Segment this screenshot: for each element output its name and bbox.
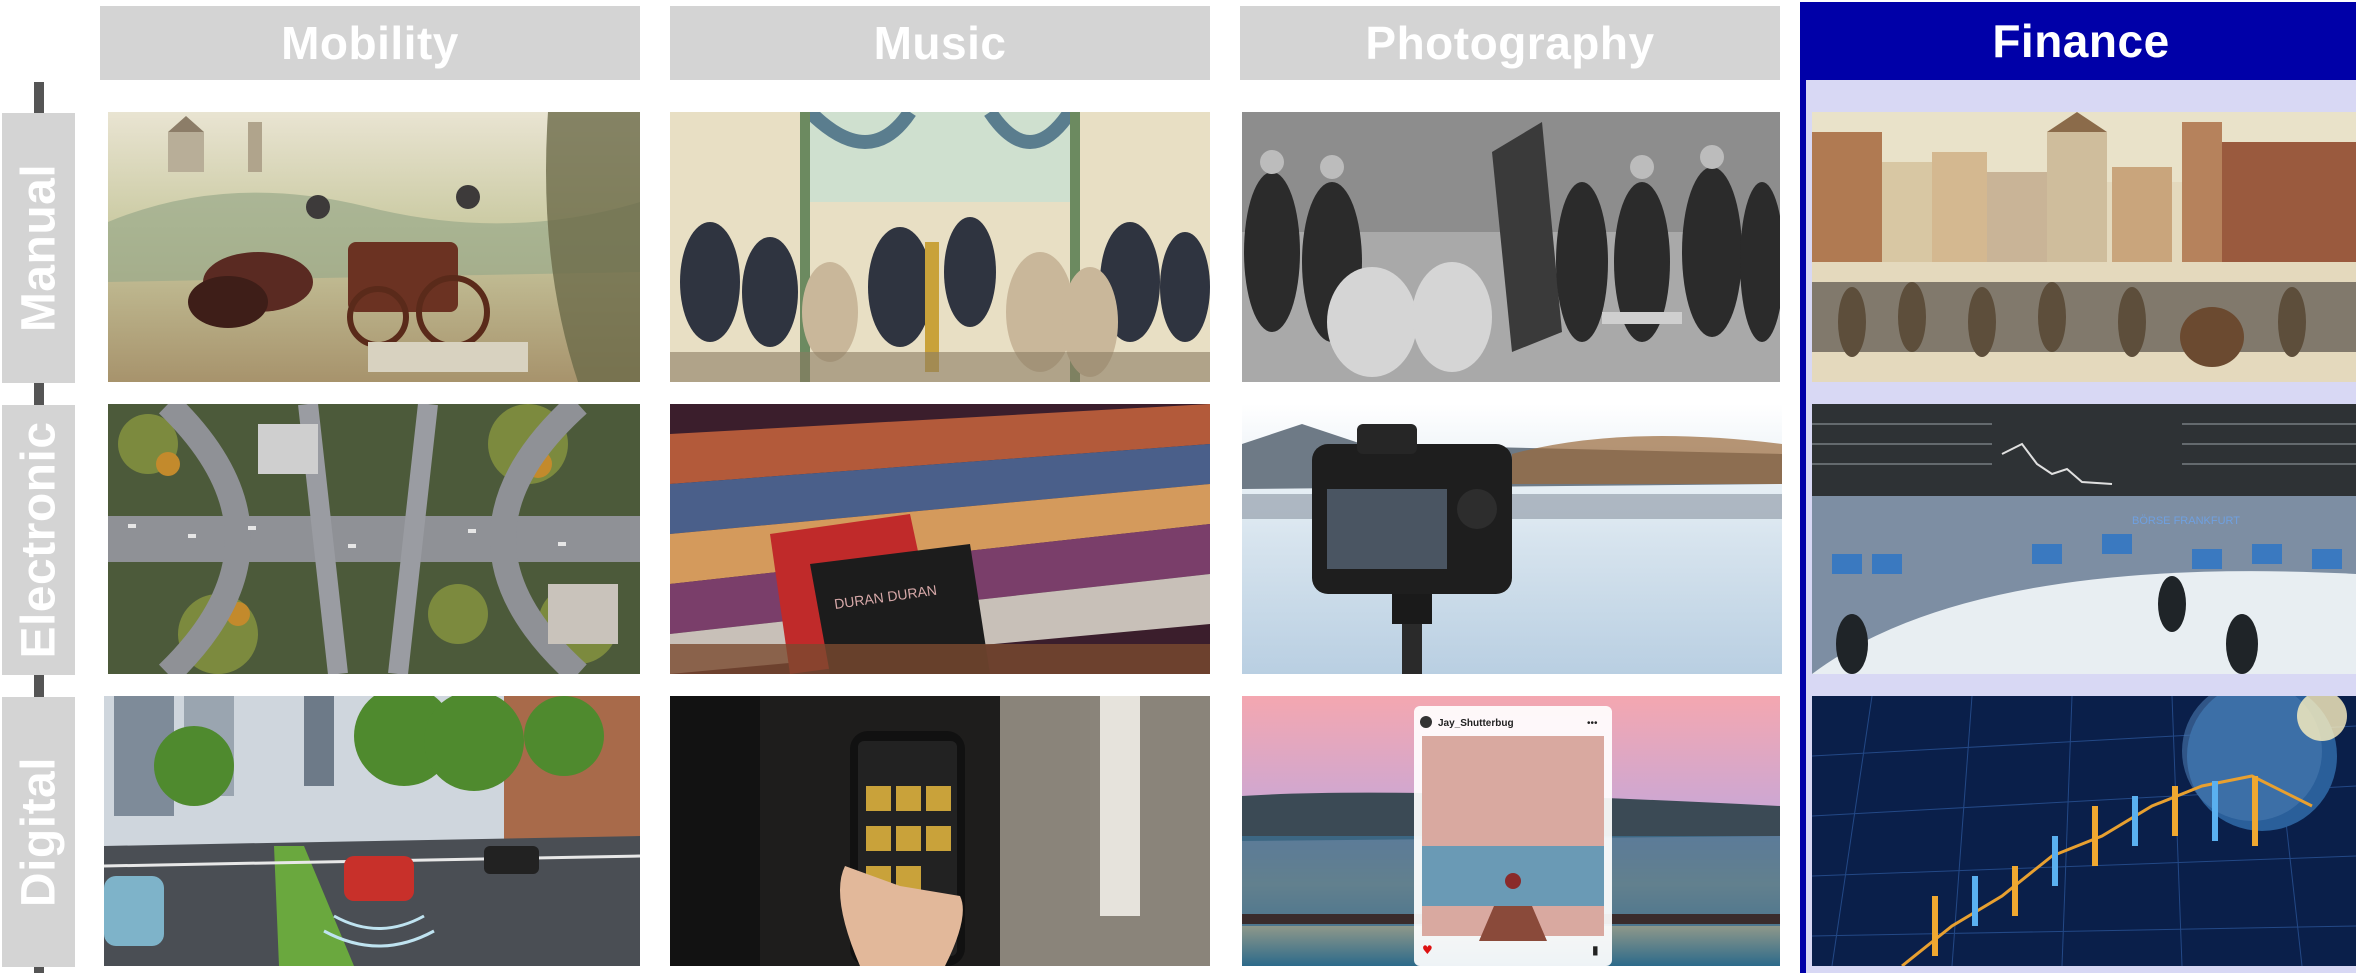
photo-instagram-post: Jay_Shutterbug ••• ♥ ▮ (1242, 696, 1780, 966)
column-header-music: Music (670, 6, 1210, 80)
photo-horse-carriage (108, 112, 640, 382)
exchange-sign-text: BÖRSE FRANKFURT (2132, 515, 2240, 527)
column-header-photography: Photography (1240, 6, 1780, 80)
row-label-electronic-text: Electronic (12, 421, 65, 659)
photo-digital-globe-chart (1812, 696, 2356, 966)
row-label-electronic: Electronic (2, 405, 75, 675)
photo-dslr-camera-lake (1242, 404, 1782, 674)
photo-market-square (1812, 112, 2356, 382)
instagram-username: Jay_Shutterbug (1438, 718, 1514, 729)
row-label-digital-text: Digital (12, 756, 65, 908)
photo-painter-studio (1242, 112, 1780, 382)
photo-vinyl-records: DURAN DURAN (670, 404, 1210, 674)
heart-icon: ♥ (1422, 943, 1433, 957)
row-label-manual: Manual (2, 113, 75, 383)
instagram-more-icon: ••• (1587, 718, 1598, 729)
bookmark-icon: ▮ (1592, 943, 1599, 957)
photo-phone-music-app (670, 696, 1210, 966)
column-header-mobility: Mobility (100, 6, 640, 80)
photo-highway-interchange (108, 404, 640, 674)
column-header-finance: Finance (1806, 2, 2356, 80)
photo-smart-street (104, 696, 640, 966)
row-label-digital: Digital (2, 697, 75, 967)
row-label-manual-text: Manual (12, 163, 65, 333)
photo-stock-exchange-floor: BÖRSE FRANKFURT (1812, 404, 2356, 674)
photo-salon-concert (670, 112, 1210, 382)
technology-evolution-matrix: Mobility Music Photography Finance Manua… (0, 0, 2356, 973)
